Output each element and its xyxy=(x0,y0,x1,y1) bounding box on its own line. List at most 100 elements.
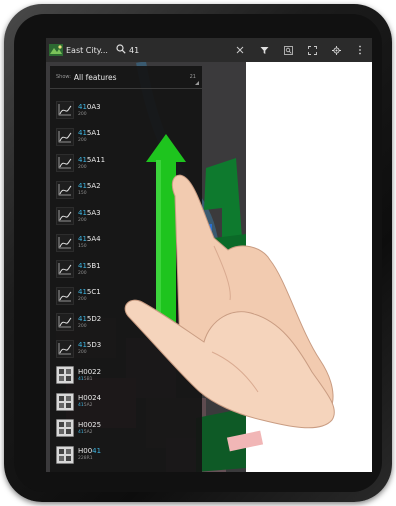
result-list-item[interactable]: 415A1 200 xyxy=(50,124,202,151)
result-subtitle-rest: 5A2 xyxy=(83,403,93,409)
result-subtitle: 200 xyxy=(78,217,87,223)
result-subtitle: 228R1 xyxy=(78,456,93,462)
line-feature-icon xyxy=(56,233,74,252)
result-subtitle: 415B1 xyxy=(78,377,101,383)
result-list-item[interactable]: 410A3 200 xyxy=(50,97,202,124)
filter-label: Show: xyxy=(56,74,71,80)
result-title-rest: 5A3 xyxy=(86,208,101,217)
result-title-match: 41 xyxy=(78,261,87,270)
result-subtitle: 150 xyxy=(78,191,87,197)
result-list-item[interactable]: 415A11 200 xyxy=(50,150,202,177)
result-title: 415B1 xyxy=(78,262,101,271)
search-results-panel: Show: All features 21 410A3 200 415A1 200 41… xyxy=(50,66,202,472)
line-feature-icon xyxy=(56,101,74,120)
line-feature-icon xyxy=(56,154,74,173)
result-title-rest: 5C1 xyxy=(86,288,101,297)
result-subtitle: 415A2 xyxy=(78,403,101,409)
filter-value[interactable]: All features xyxy=(74,73,117,82)
result-title: 410A3 xyxy=(78,103,101,112)
app-logo-icon[interactable] xyxy=(46,40,66,60)
result-subtitle: 200 xyxy=(78,111,87,117)
result-subtitle: 200 xyxy=(78,164,87,170)
result-subtitle-rest: 5A2 xyxy=(83,429,93,435)
result-title: 415C1 xyxy=(78,288,101,297)
result-list-item[interactable]: 415A4 150 xyxy=(50,230,202,257)
result-title-match: 41 xyxy=(78,155,87,164)
result-title: H0041 xyxy=(78,447,101,456)
result-title-match: 41 xyxy=(78,235,87,244)
app-screen: East City... 41 Show: All features 21 41… xyxy=(46,38,372,472)
result-title: 415A2 xyxy=(78,182,101,191)
result-title-match: 41 xyxy=(78,182,87,191)
result-subtitle: 150 xyxy=(78,244,87,250)
result-subtitle: 200 xyxy=(78,270,87,276)
result-title-rest: 5A4 xyxy=(86,235,101,244)
action-bar: East City... 41 xyxy=(46,38,372,62)
search-icon xyxy=(116,44,126,56)
result-title: H0024 xyxy=(78,394,101,403)
result-title-match: 41 xyxy=(92,447,102,456)
overflow-menu-icon[interactable] xyxy=(348,40,372,60)
point-feature-icon xyxy=(56,419,74,438)
result-title-match: 41 xyxy=(78,129,87,138)
line-feature-icon xyxy=(56,127,74,146)
result-title-rest: 5D2 xyxy=(86,314,102,323)
result-list-item[interactable]: 415B1 200 xyxy=(50,256,202,283)
result-list-item[interactable]: H0025 415A2 xyxy=(50,415,202,442)
result-list-item[interactable]: H0022 415B1 xyxy=(50,362,202,389)
point-feature-icon xyxy=(56,392,74,411)
result-subtitle-rest: 5B1 xyxy=(83,376,93,382)
search-field[interactable]: 41 xyxy=(116,44,139,56)
result-list-item[interactable]: H0041 228R1 xyxy=(50,442,202,469)
line-feature-icon xyxy=(56,180,74,199)
result-count: 21 xyxy=(189,74,196,80)
point-feature-icon xyxy=(56,445,74,464)
line-feature-icon xyxy=(56,286,74,305)
result-title: 415A3 xyxy=(78,209,101,218)
result-title: H0025 xyxy=(78,421,101,430)
result-title-rest: 5A1 xyxy=(86,129,101,138)
result-title-rest: 5A2 xyxy=(86,182,101,191)
result-subtitle: 200 xyxy=(78,350,87,356)
result-list-item[interactable]: 415A2 150 xyxy=(50,177,202,204)
result-title-match: 41 xyxy=(78,314,87,323)
line-feature-icon xyxy=(56,313,74,332)
result-title-prefix: H0022 xyxy=(78,367,102,376)
action-bar-actions xyxy=(228,40,372,60)
result-list-item[interactable]: 415A3 200 xyxy=(50,203,202,230)
result-subtitle: 200 xyxy=(78,297,87,303)
result-title: H0022 xyxy=(78,368,101,377)
result-list-item[interactable]: 415D2 200 xyxy=(50,309,202,336)
result-list-item[interactable]: 415C1 200 xyxy=(50,283,202,310)
close-icon[interactable] xyxy=(228,40,252,60)
result-list: 410A3 200 415A1 200 415A11 200 415A2 150 415A3 20… xyxy=(50,89,202,468)
result-title-prefix: H0024 xyxy=(78,394,102,403)
result-title-rest: 0A3 xyxy=(86,102,101,111)
result-subtitle: 415A2 xyxy=(78,430,101,436)
result-title: 415D3 xyxy=(78,341,101,350)
location-icon[interactable] xyxy=(324,40,348,60)
result-title-prefix: H00 xyxy=(78,447,93,456)
result-title: 415A11 xyxy=(78,156,105,165)
result-title: 415A1 xyxy=(78,129,101,138)
result-list-item[interactable]: H0024 415A2 xyxy=(50,389,202,416)
result-title-prefix: H0025 xyxy=(78,420,102,429)
feature-filter-dropdown[interactable]: Show: All features 21 xyxy=(50,66,202,89)
app-title[interactable]: East City... xyxy=(66,46,108,55)
result-title-match: 41 xyxy=(78,341,87,350)
result-title: 415D2 xyxy=(78,315,101,324)
zoom-to-icon[interactable] xyxy=(276,40,300,60)
filter-icon[interactable] xyxy=(252,40,276,60)
dropdown-arrow-icon xyxy=(195,81,199,85)
result-title-match: 41 xyxy=(78,288,87,297)
fullscreen-icon[interactable] xyxy=(300,40,324,60)
search-query[interactable]: 41 xyxy=(129,46,139,55)
result-subtitle: 200 xyxy=(78,323,87,329)
result-title-match: 41 xyxy=(78,208,87,217)
result-title-rest: 5A11 xyxy=(86,155,106,164)
result-subtitle: 200 xyxy=(78,138,87,144)
line-feature-icon xyxy=(56,339,74,358)
result-title-rest: 5D3 xyxy=(86,341,102,350)
result-list-item[interactable]: 415D3 200 xyxy=(50,336,202,363)
line-feature-icon xyxy=(56,260,74,279)
